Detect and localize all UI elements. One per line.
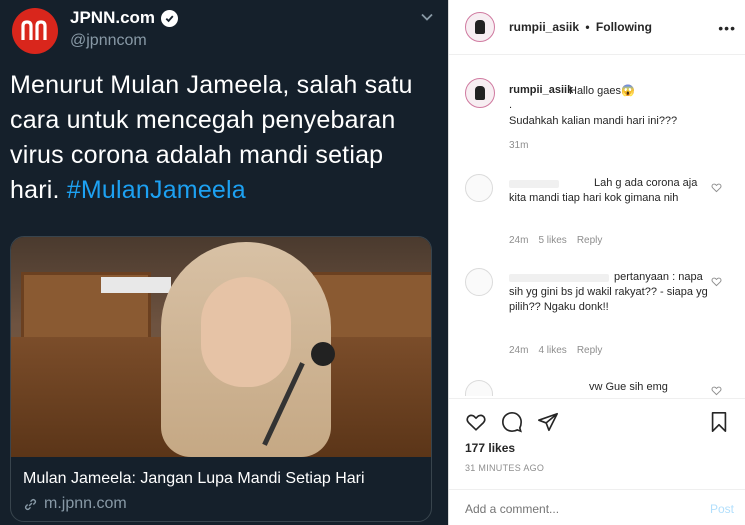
share-icon[interactable]: [537, 411, 559, 433]
card-link[interactable]: m.jpnn.com: [23, 495, 127, 513]
header-username[interactable]: rumpii_asiik: [509, 20, 579, 34]
tweet-author-handle: @jpnncom: [70, 32, 147, 49]
post-timestamp: 31 MINUTES AGO: [465, 463, 545, 473]
reply-button[interactable]: Reply: [577, 345, 603, 356]
post-header: rumpii_asiik • Following •••: [449, 0, 745, 55]
jpnn-logo-icon: [21, 20, 47, 40]
post-button[interactable]: Post: [710, 502, 734, 516]
caption-dot: .: [509, 99, 513, 111]
comment-likes[interactable]: 5 likes: [538, 235, 566, 246]
like-heart-icon[interactable]: [465, 411, 487, 433]
avatar[interactable]: [465, 174, 493, 202]
post-actions: 177 likes 31 MINUTES AGO Post: [449, 398, 745, 525]
link-icon: [24, 498, 37, 510]
likes-count[interactable]: 177 likes: [465, 441, 515, 455]
following-button[interactable]: Following: [596, 20, 652, 34]
verified-badge-icon: [161, 9, 179, 27]
tweet-hashtag[interactable]: #MulanJameela: [67, 176, 246, 204]
avatar[interactable]: [465, 78, 495, 108]
caption-line-2: Sudahkah kalian mandi hari ini???: [509, 115, 678, 127]
avatar[interactable]: [465, 12, 495, 42]
comment-icon[interactable]: [501, 411, 523, 433]
tweet-screenshot: JPNN.com @jpnncom Menurut Mulan Jameela,…: [0, 0, 448, 525]
more-options-icon[interactable]: •••: [718, 20, 736, 36]
card-photo: [11, 237, 431, 457]
caption-line-1: Hallo gaes😱: [569, 85, 635, 97]
header-separator: •: [585, 20, 590, 34]
heart-icon[interactable]: [711, 276, 722, 287]
chevron-down-icon[interactable]: [420, 10, 434, 24]
comment-meta: 24m 5 likes Reply: [509, 235, 602, 246]
comment-time: 24m: [509, 345, 529, 356]
reply-button[interactable]: Reply: [577, 235, 603, 246]
header-user-line: rumpii_asiik • Following: [509, 20, 652, 34]
instagram-panel: rumpii_asiik • Following ••• rumpii_asii…: [448, 0, 745, 525]
comment-meta: 24m 4 likes Reply: [509, 345, 602, 356]
comment-text: pertanyaan : napa sih yg gini bs jd waki…: [509, 271, 708, 313]
tweet-text: Menurut Mulan Jameela, salah satu cara u…: [10, 68, 435, 208]
heart-icon[interactable]: [711, 385, 722, 396]
avatar[interactable]: [465, 380, 493, 396]
nameplate: [101, 277, 171, 293]
jpnn-logo: [12, 8, 58, 54]
avatar[interactable]: [465, 268, 493, 296]
tweet-author-name: JPNN.com: [70, 8, 179, 28]
comment-time: 24m: [509, 235, 529, 246]
caption-time: 31m: [509, 140, 529, 151]
add-comment-bar: Post: [449, 489, 745, 525]
caption-username[interactable]: rumpii_asiik: [509, 84, 573, 96]
face: [201, 277, 291, 387]
link-card[interactable]: Mulan Jameela: Jangan Lupa Mandi Setiap …: [10, 236, 432, 522]
card-title: Mulan Jameela: Jangan Lupa Mandi Setiap …: [23, 470, 365, 487]
comment-text: Lah g ada corona aja kita mandi tiap har…: [509, 177, 698, 204]
comment-text: vw Gue sih emg: [589, 381, 668, 393]
bookmark-icon[interactable]: [708, 411, 730, 433]
comment-likes[interactable]: 4 likes: [538, 345, 566, 356]
microphone-icon: [311, 342, 335, 366]
heart-icon[interactable]: [711, 182, 722, 193]
comment-input[interactable]: [465, 502, 685, 516]
